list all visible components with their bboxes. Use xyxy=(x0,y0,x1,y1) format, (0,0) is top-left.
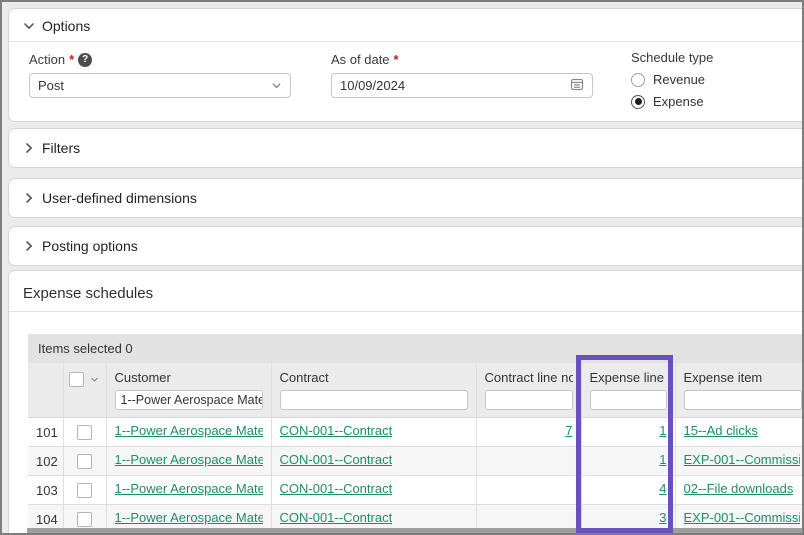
customer-link[interactable]: 1--Power Aerospace Materials xyxy=(115,481,263,496)
filters-title: Filters xyxy=(42,140,80,156)
as-of-date-value: 10/09/2024 xyxy=(340,78,405,93)
radio-expense-label: Expense xyxy=(653,94,704,109)
posting-options-panel: Posting options xyxy=(8,226,804,266)
required-asterisk: * xyxy=(69,52,74,67)
table-row: 102 1--Power Aerospace Materials CON-001… xyxy=(28,447,804,476)
select-all-checkbox[interactable] xyxy=(69,372,84,387)
column-header-expense-line-no[interactable]: Expense line no. xyxy=(581,363,675,418)
expense-item-link[interactable]: EXP-001--Commissions xyxy=(684,510,801,525)
expense-line-link[interactable]: 3 xyxy=(659,510,666,525)
filters-panel-header[interactable]: Filters xyxy=(9,129,804,163)
as-of-date-label: As of date * xyxy=(331,52,593,67)
expense-schedules-title: Expense schedules xyxy=(9,271,804,312)
customer-link[interactable]: 1--Power Aerospace Materials xyxy=(115,423,263,438)
help-icon[interactable]: ? xyxy=(78,53,92,67)
chevron-right-icon xyxy=(23,240,35,252)
row-number: 101 xyxy=(28,418,63,447)
contract-link[interactable]: CON-001--Contract xyxy=(280,423,393,438)
customer-filter-input[interactable]: 1--Power Aerospace Materia xyxy=(115,390,263,410)
row-number: 102 xyxy=(28,447,63,476)
customer-link[interactable]: 1--Power Aerospace Materials xyxy=(115,452,263,467)
expense-item-filter-input[interactable] xyxy=(684,390,802,410)
row-checkbox[interactable] xyxy=(77,483,92,498)
expense-line-no-filter-input[interactable] xyxy=(590,390,667,410)
required-asterisk: * xyxy=(394,52,399,67)
expense-line-link[interactable]: 4 xyxy=(659,481,666,496)
rownum-header xyxy=(28,363,63,418)
as-of-date-input[interactable]: 10/09/2024 xyxy=(331,73,593,98)
row-checkbox[interactable] xyxy=(77,454,92,469)
column-header-contract[interactable]: Contract xyxy=(271,363,476,418)
user-defined-dimensions-panel: User-defined dimensions xyxy=(8,178,804,218)
customer-link[interactable]: 1--Power Aerospace Materials xyxy=(115,510,263,525)
action-select[interactable]: Post xyxy=(29,73,291,98)
radio-revenue[interactable]: Revenue xyxy=(631,72,713,87)
select-all-header xyxy=(63,363,106,418)
radio-selected-icon xyxy=(631,95,645,109)
schedule-type-label: Schedule type xyxy=(631,50,713,65)
contract-filter-input[interactable] xyxy=(280,390,468,410)
radio-icon xyxy=(631,73,645,87)
column-header-expense-item[interactable]: Expense item xyxy=(675,363,804,418)
contract-line-link[interactable]: 7 xyxy=(565,423,572,438)
horizontal-scrollbar[interactable] xyxy=(27,528,802,533)
expense-item-link[interactable]: 15--Ad clicks xyxy=(684,423,758,438)
contract-line-no-filter-input[interactable] xyxy=(485,390,573,410)
table-row: 103 1--Power Aerospace Materials CON-001… xyxy=(28,476,804,505)
chevron-right-icon xyxy=(23,142,35,154)
posting-options-title: Posting options xyxy=(42,238,138,254)
chevron-down-icon xyxy=(23,20,35,32)
posting-options-header[interactable]: Posting options xyxy=(9,227,804,261)
filters-panel: Filters xyxy=(8,128,804,168)
table-row: 101 1--Power Aerospace Materials CON-001… xyxy=(28,418,804,447)
chevron-down-icon[interactable] xyxy=(88,374,100,386)
expense-line-link[interactable]: 1 xyxy=(659,452,666,467)
radio-expense[interactable]: Expense xyxy=(631,94,713,109)
expense-schedules-panel: Expense schedules Items selected 0 xyxy=(8,270,804,535)
row-checkbox[interactable] xyxy=(77,512,92,527)
expense-item-link[interactable]: EXP-001--Commissions xyxy=(684,452,801,467)
contract-link[interactable]: CON-001--Contract xyxy=(280,452,393,467)
app-window: Options Action * ? Post As of date xyxy=(0,0,804,535)
radio-revenue-label: Revenue xyxy=(653,72,705,87)
table-header-row: Customer 1--Power Aerospace Materia Cont… xyxy=(28,363,804,418)
row-number: 103 xyxy=(28,476,63,505)
chevron-right-icon xyxy=(23,192,35,204)
action-label: Action * ? xyxy=(29,52,291,67)
column-header-contract-line-no[interactable]: Contract line no. xyxy=(476,363,581,418)
user-defined-dimensions-title: User-defined dimensions xyxy=(42,190,197,206)
chevron-down-icon xyxy=(270,80,282,92)
action-select-value: Post xyxy=(38,78,64,93)
options-panel-header[interactable]: Options xyxy=(9,9,804,42)
options-panel: Options Action * ? Post As of date xyxy=(8,8,804,122)
user-defined-dimensions-header[interactable]: User-defined dimensions xyxy=(9,179,804,213)
contract-link[interactable]: CON-001--Contract xyxy=(280,481,393,496)
calendar-icon[interactable] xyxy=(570,77,584,94)
items-selected-bar: Items selected 0 xyxy=(28,334,804,363)
row-checkbox[interactable] xyxy=(77,425,92,440)
items-selected-text: Items selected 0 xyxy=(38,341,133,356)
contract-link[interactable]: CON-001--Contract xyxy=(280,510,393,525)
column-header-customer[interactable]: Customer 1--Power Aerospace Materia xyxy=(106,363,271,418)
expense-schedules-table: Customer 1--Power Aerospace Materia Cont… xyxy=(28,363,804,534)
expense-line-link[interactable]: 1 xyxy=(659,423,666,438)
expense-item-link[interactable]: 02--File downloads xyxy=(684,481,794,496)
options-title: Options xyxy=(42,18,90,34)
